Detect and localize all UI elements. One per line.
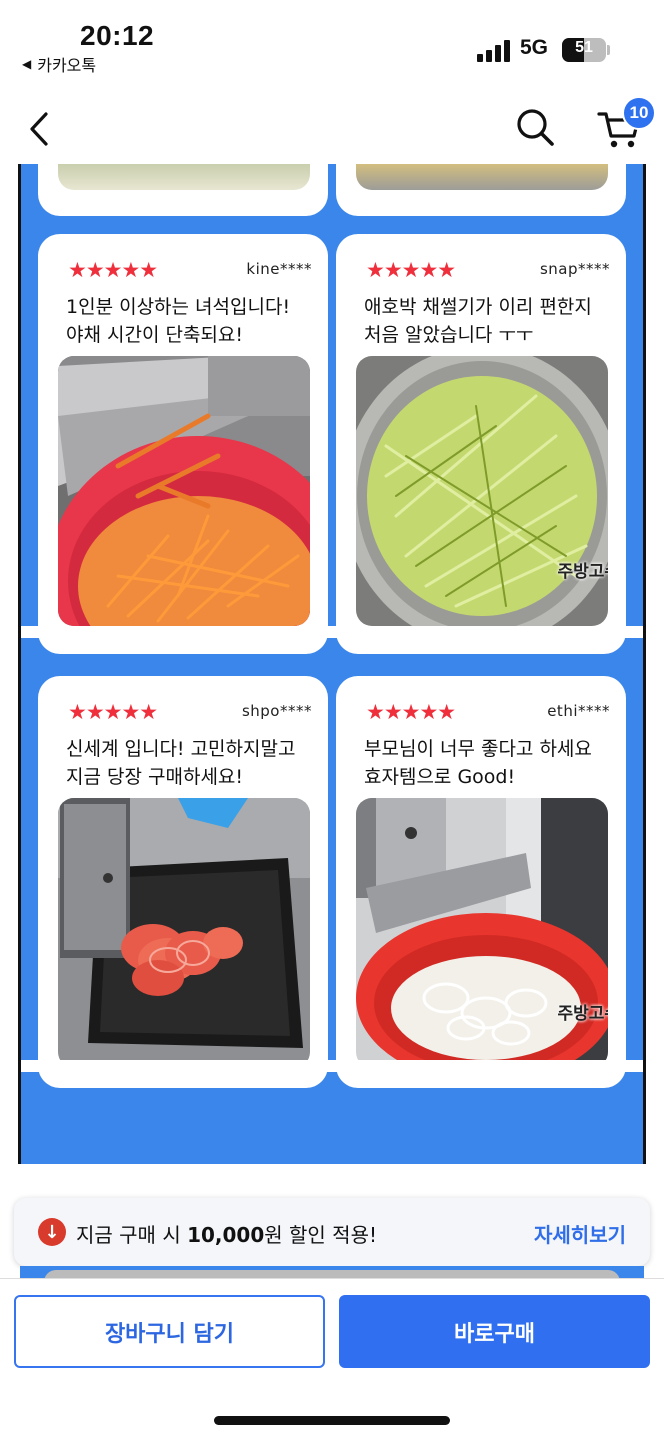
rating-stars: ★★★★★: [68, 258, 158, 282]
reviewer-name: ethi****: [547, 702, 610, 720]
review-photo[interactable]: 주방고수: [356, 356, 608, 626]
review-text-line1: 애호박 채썰기가 이리 편한지: [364, 296, 592, 318]
row-divider: [20, 1060, 644, 1072]
review-text-line2: 처음 알았습니다 ㅜㅜ: [364, 324, 534, 346]
battery-tip: [607, 45, 610, 55]
edge-line-left: [18, 164, 21, 1164]
network-label: 5G: [520, 36, 549, 59]
back-app-label: 카카오톡: [37, 56, 97, 75]
review-text-line2: 효자템으로 Good!: [364, 766, 516, 788]
partial-card-left: [38, 164, 328, 216]
reviewer-name: kine****: [246, 260, 312, 278]
signal-icon: [477, 38, 511, 62]
status-bar: 20:12 ◀ 카카오톡 5G 51: [0, 0, 664, 86]
photo-watermark: 주방고수: [557, 562, 608, 582]
next-section-peek: [20, 1266, 644, 1282]
battery-icon: 51: [562, 38, 606, 62]
status-time: 20:12: [80, 20, 155, 51]
rating-stars: ★★★★★: [366, 700, 456, 724]
photo-watermark: 주방고수: [557, 1004, 608, 1024]
reviewer-name: snap****: [539, 260, 610, 278]
search-icon[interactable]: [514, 106, 556, 148]
buy-now-button[interactable]: 바로구매: [339, 1295, 650, 1368]
review-card[interactable]: ★★★★★ kine**** 1인분 이상하는 녀석입니다! 야채 시간이 단축…: [38, 234, 328, 654]
zucchini-julienne-photo: [356, 356, 608, 626]
review-photo[interactable]: [58, 356, 310, 626]
rating-stars: ★★★★★: [68, 700, 158, 724]
review-text-line1: 부모님이 너무 좋다고 하세요: [364, 738, 592, 760]
review-text-line2: 지금 당장 구매하세요!: [66, 766, 244, 788]
home-indicator[interactable]: [214, 1416, 450, 1425]
tomato-slices-photo: [58, 798, 310, 1068]
rating-stars: ★★★★★: [366, 258, 456, 282]
cart-count-badge: 10: [622, 96, 656, 130]
battery-level: 51: [575, 39, 593, 56]
see-more-link[interactable]: 자세히보기: [534, 1219, 626, 1248]
carrot-julienne-photo: [58, 356, 310, 626]
back-triangle-icon: ◀: [22, 57, 32, 71]
discount-message: 지금 구매 시 10,000원 할인 적용!: [76, 1223, 377, 1247]
partial-card-right: [336, 164, 626, 216]
back-arrow-icon[interactable]: [24, 108, 58, 150]
reviewer-name: shpo****: [241, 702, 312, 720]
back-to-app-link[interactable]: ◀ 카카오톡: [22, 52, 96, 76]
discount-banner[interactable]: ↓ 지금 구매 시 10,000원 할인 적용! 자세히보기: [14, 1198, 650, 1266]
review-text-line1: 신세계 입니다! 고민하지말고: [66, 738, 296, 760]
review-section: ★★★★★ kine**** 1인분 이상하는 녀석입니다! 야채 시간이 단축…: [20, 164, 644, 1164]
review-photo[interactable]: 주방고수: [356, 798, 608, 1068]
top-nav: [0, 86, 664, 164]
review-card[interactable]: ★★★★★ ethi**** 부모님이 너무 좋다고 하세요 효자템으로 Goo…: [336, 676, 626, 1088]
edge-line-right: [643, 164, 646, 1164]
review-card[interactable]: ★★★★★ shpo**** 신세계 입니다! 고민하지말고 지금 당장 구매하…: [38, 676, 328, 1088]
row-divider: [20, 626, 644, 638]
review-card[interactable]: ★★★★★ snap**** 애호박 채썰기가 이리 편한지 처음 알았습니다 …: [336, 234, 626, 654]
review-text-line2: 야채 시간이 단축되요!: [66, 324, 244, 346]
review-text-line1: 1인분 이상하는 녀석입니다!: [66, 296, 291, 318]
add-to-cart-button[interactable]: 장바구니 담기: [14, 1295, 325, 1368]
review-photo[interactable]: [58, 798, 310, 1068]
down-arrow-icon: ↓: [38, 1218, 66, 1246]
onion-rings-photo: [356, 798, 608, 1068]
